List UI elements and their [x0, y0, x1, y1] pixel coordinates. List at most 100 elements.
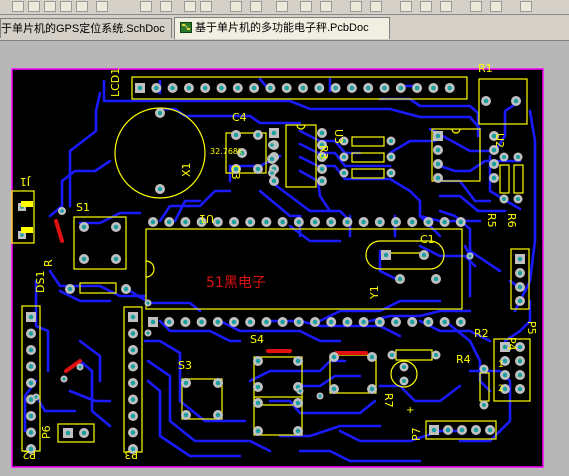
label-c4: C4	[232, 111, 247, 124]
toolbar-button-17[interactable]	[370, 1, 382, 12]
svg-text:1: 1	[498, 360, 504, 370]
pad-hole	[271, 178, 277, 184]
pcb-board-view[interactable]: LCD1 R1 C4 X1 C3 U3 R3 U2 R5 R6 J1 S1 U1…	[0, 41, 569, 476]
pad-hole	[435, 133, 441, 139]
label-u3: U3	[332, 129, 345, 144]
pad-hole	[341, 154, 347, 160]
pad-hole	[382, 85, 387, 91]
pad-hole	[264, 219, 269, 225]
pad-hole	[365, 85, 371, 91]
toolbar-button-10[interactable]	[200, 1, 212, 12]
toolbar-button-15[interactable]	[320, 1, 332, 12]
pad-hole	[398, 85, 404, 91]
pad-hole	[483, 98, 489, 104]
pad-hole	[233, 132, 239, 138]
toolbar-button-6[interactable]	[96, 1, 108, 12]
pad-hole	[251, 85, 257, 91]
pad-hole	[296, 319, 302, 325]
pad-hole	[298, 389, 302, 393]
toolbar-button-3[interactable]	[44, 1, 56, 12]
pad-hole	[393, 319, 399, 325]
toolbar-button-19[interactable]	[420, 1, 432, 12]
pad-hole	[433, 352, 439, 358]
pad-hole	[235, 85, 241, 91]
pad-hole	[183, 380, 189, 386]
pad-hole	[154, 85, 159, 91]
toolbar-button-16[interactable]	[350, 1, 362, 12]
pad-hole	[388, 170, 394, 176]
pad-hole	[34, 395, 38, 399]
tab-gps-schdoc-label: 于单片机的GPS定位系统.SchDoc	[1, 23, 165, 35]
toolbar-button-11[interactable]	[230, 1, 242, 12]
toolbar-button-20[interactable]	[440, 1, 452, 12]
pad-hole	[255, 384, 261, 390]
pad-hole	[183, 412, 189, 418]
pad-hole	[345, 319, 350, 325]
label-s4: S4	[250, 333, 264, 346]
pad-hole	[319, 130, 325, 136]
toolbar-button-23[interactable]	[520, 1, 532, 12]
toolbar-button-8[interactable]	[160, 1, 172, 12]
label-u2: U2	[493, 133, 506, 148]
pad-hole	[170, 85, 175, 91]
tab-scale-pcbdoc-label: 基于单片机的多功能电子秤.PcbDoc	[195, 22, 369, 34]
pad-hole	[231, 219, 237, 225]
pad-hole	[137, 85, 143, 91]
label-j1: J1	[20, 175, 31, 188]
pad-hole	[501, 196, 507, 202]
pad-hole	[409, 219, 415, 225]
pad-hole	[20, 233, 24, 237]
label-r4: R4	[456, 353, 471, 366]
pad-hole	[28, 413, 34, 419]
tab-scale-pcbdoc[interactable]: 基于单片机的多功能电子秤.PcbDoc	[174, 17, 390, 39]
pad-hole	[60, 209, 64, 213]
pad-hole	[502, 372, 508, 378]
pad-hole	[491, 175, 497, 181]
pad-hole	[269, 156, 275, 162]
pcb-editor-canvas[interactable]: LCD1 R1 C4 X1 C3 U3 R3 U2 R5 R6 J1 S1 U1…	[0, 41, 569, 476]
label-y1: Y1	[368, 285, 381, 300]
pad-hole	[491, 161, 497, 167]
pad-hole	[300, 85, 306, 91]
pad-hole	[328, 319, 334, 325]
pad-hole	[28, 347, 34, 353]
pad-hole	[318, 394, 322, 398]
pad-hole	[130, 364, 136, 369]
pad-hole	[255, 400, 261, 406]
toolbar-button-9[interactable]	[184, 1, 196, 12]
pad-hole	[409, 319, 415, 325]
label-p6: P6	[40, 425, 53, 439]
pad-hole	[389, 352, 395, 358]
toolbar-button-21[interactable]	[470, 1, 482, 12]
toolbar-button-18[interactable]	[400, 1, 412, 12]
pad-hole	[231, 319, 237, 325]
pad-hole	[517, 256, 523, 262]
toolbar-button-4[interactable]	[60, 1, 72, 12]
label-r2: R2	[474, 327, 489, 340]
pad-hole	[445, 427, 451, 433]
pad-hole	[515, 196, 521, 202]
toolbar-button-2[interactable]	[28, 1, 40, 12]
pad-hole	[255, 132, 261, 138]
pad-hole	[397, 276, 403, 282]
pad-hole	[270, 171, 274, 175]
toolbar-button-5[interactable]	[76, 1, 88, 12]
toolbar-button-7[interactable]	[140, 1, 152, 12]
toolbar-button-13[interactable]	[276, 1, 288, 12]
tab-gps-schdoc[interactable]: 于单片机的GPS定位系统.SchDoc	[0, 18, 172, 38]
pad-hole	[215, 412, 221, 418]
pad-hole	[319, 178, 325, 184]
pad-hole	[442, 319, 447, 325]
pad-hole	[81, 224, 87, 230]
toolbar-button-14[interactable]	[300, 1, 312, 12]
pad-hole	[215, 219, 221, 225]
pad-hole	[150, 319, 156, 325]
pad-hole	[388, 138, 394, 144]
pad-hole	[431, 85, 436, 91]
svg-text:2: 2	[498, 384, 504, 394]
toolbar-button-22[interactable]	[490, 1, 502, 12]
pad-hole	[426, 219, 431, 225]
toolbar-button-1[interactable]	[12, 1, 24, 12]
toolbar-button-12[interactable]	[250, 1, 262, 12]
pad-hole	[270, 143, 274, 147]
